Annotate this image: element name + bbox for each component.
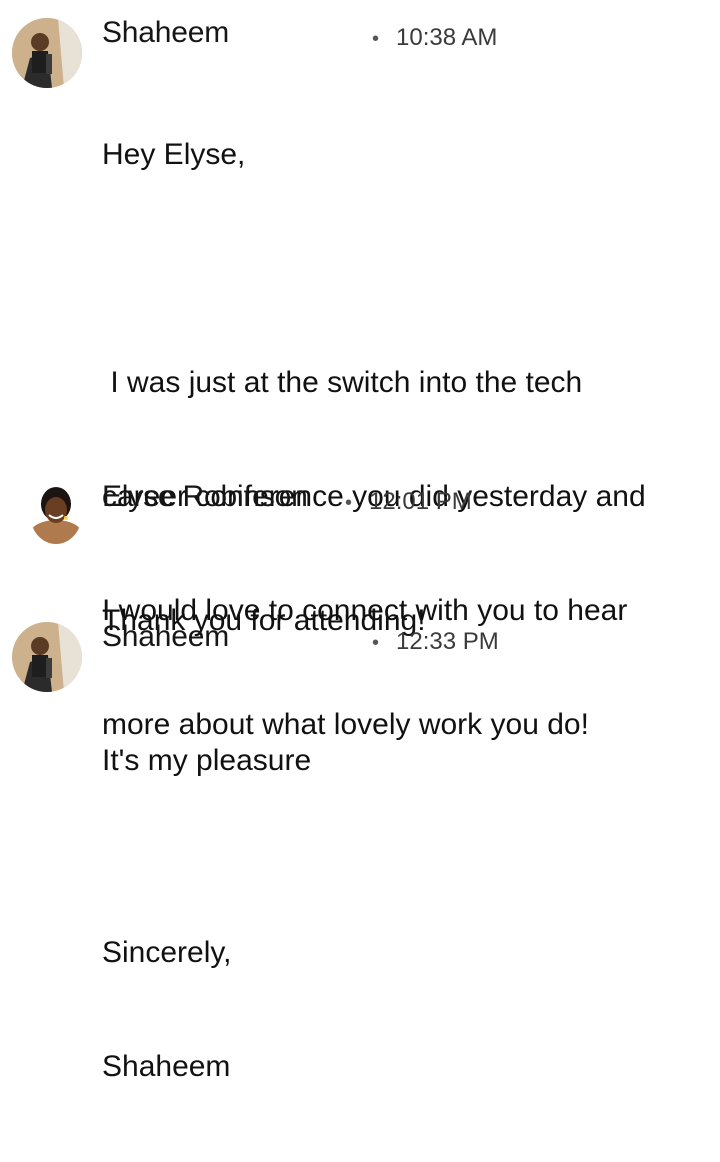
separator-dot: • (372, 28, 380, 50)
message-item: Shaheem • 12:33 PM It's my pleasure (0, 620, 720, 777)
separator-dot: • (372, 632, 380, 654)
message-timestamp: 12:33 PM (396, 628, 499, 655)
profile-photo-shaheem-icon[interactable] (12, 18, 82, 88)
sender-name[interactable]: Elyse Robinson (102, 480, 308, 514)
message-item: Elyse Robinson • 12:01 PM Thank you for … (0, 480, 720, 637)
message-line (102, 250, 646, 288)
message-line: It's my pleasure (102, 744, 312, 777)
message-timestamp: 12:01 PM (369, 488, 472, 515)
message-line: Sincerely, (102, 936, 232, 969)
message-line: I was just at the switch into the tech (102, 366, 583, 399)
profile-photo-shaheem-icon[interactable] (12, 622, 82, 692)
message-body: It's my pleasure (102, 666, 311, 856)
sender-name[interactable]: Shaheem (102, 16, 229, 50)
message-item: Shaheem • 10:38 AM Hey Elyse, I was just… (0, 16, 720, 1083)
message-timestamp: 10:38 AM (396, 24, 498, 51)
profile-photo-elyse-icon[interactable] (30, 484, 82, 544)
message-line: Hey Elyse, (102, 138, 246, 171)
sender-name[interactable]: Shaheem (102, 620, 229, 654)
separator-dot: • (345, 492, 353, 514)
message-thread: Shaheem • 10:38 AM Hey Elyse, I was just… (0, 0, 720, 1083)
message-line: Shaheem (102, 1050, 231, 1083)
